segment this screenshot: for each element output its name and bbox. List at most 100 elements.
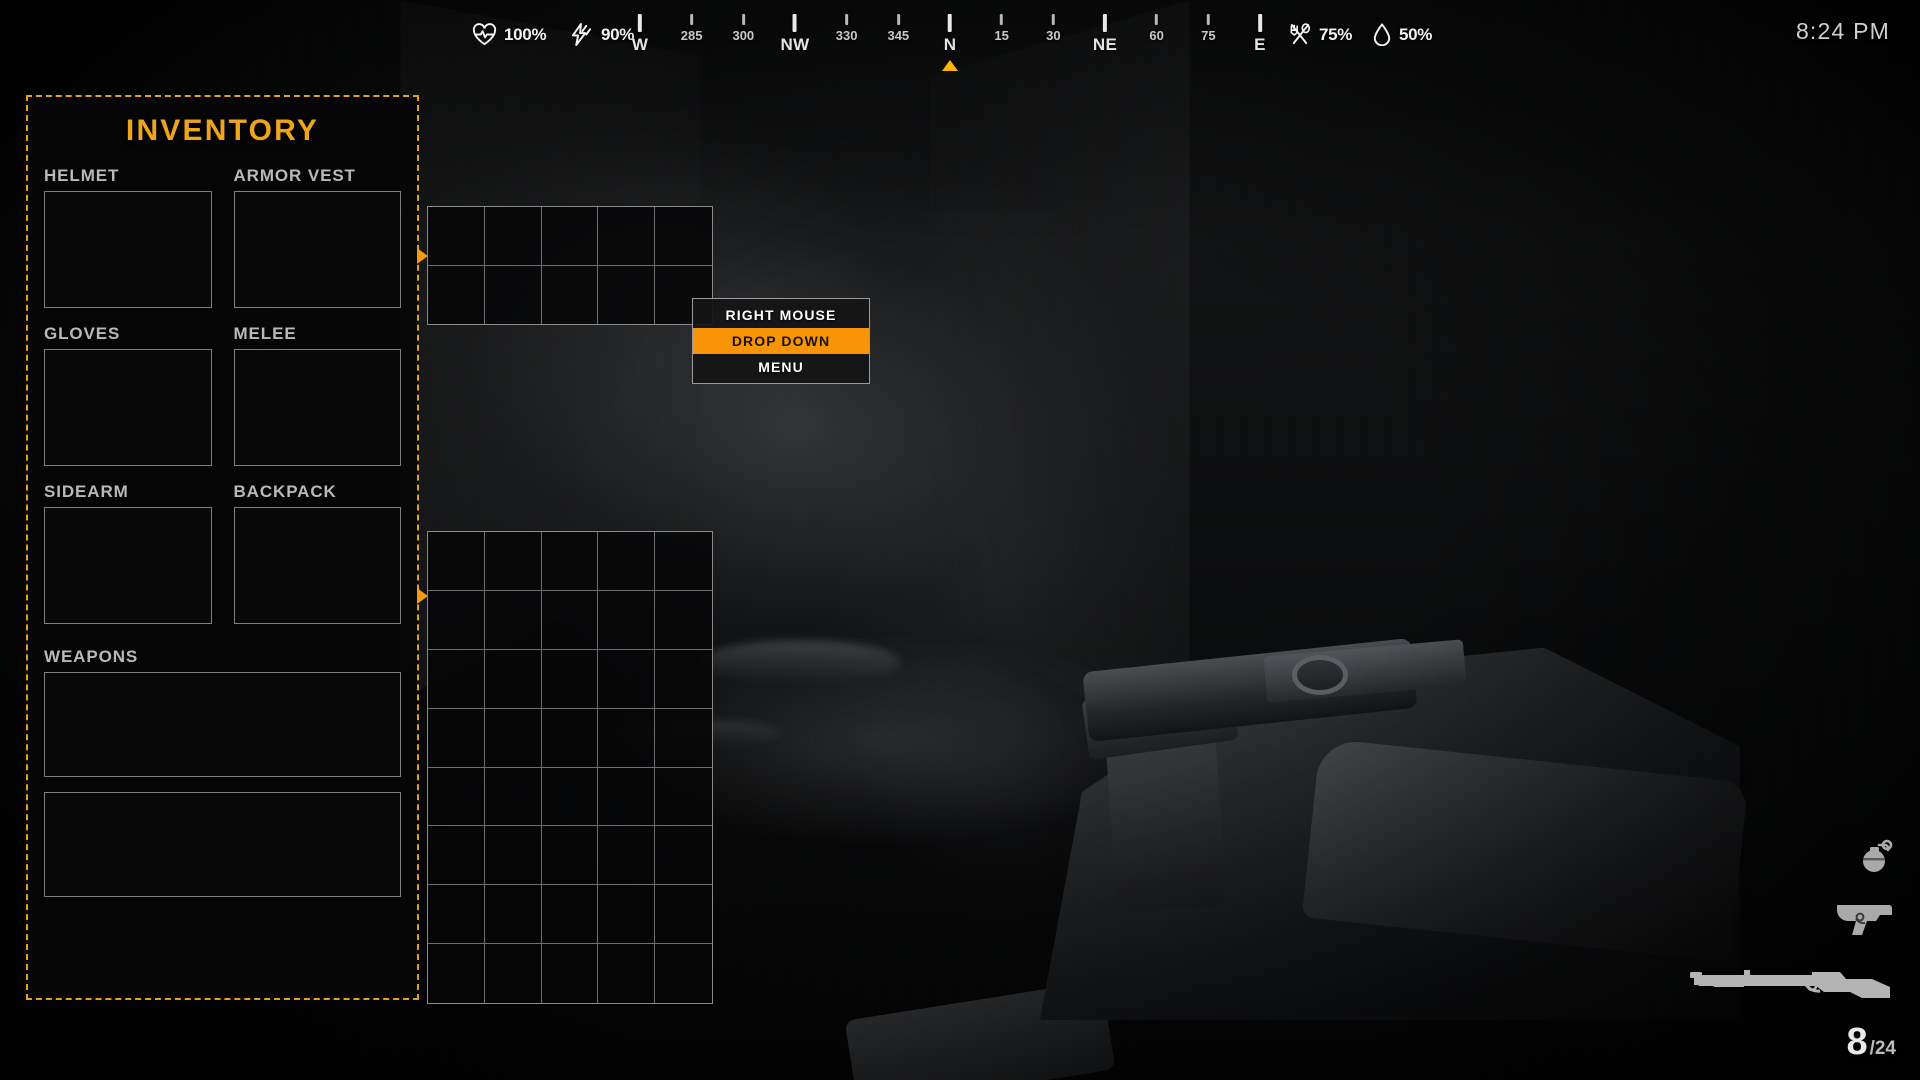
item-grid-cell[interactable] <box>428 207 485 266</box>
item-grid-cell[interactable] <box>541 207 599 266</box>
weapon-slot-rifle[interactable] <box>1676 958 1896 1007</box>
compass-tick-mark <box>947 14 952 32</box>
weapon-wheel[interactable]: 8 /24 <box>1676 836 1896 1064</box>
item-grid-cell[interactable] <box>655 944 712 1003</box>
equipment-slot-box[interactable] <box>233 191 401 308</box>
item-grid-cell[interactable] <box>541 767 599 827</box>
compass-tick-label: 75 <box>1201 28 1216 43</box>
water-drop-icon <box>1372 23 1392 46</box>
context-menu-item-drop-down[interactable]: DROP DOWN <box>693 328 869 354</box>
equipment-slot-armor-vest[interactable]: ARMOR VEST <box>233 166 401 308</box>
weapon-slot-grenade[interactable] <box>1676 836 1896 883</box>
context-dropdown-menu[interactable]: RIGHT MOUSE DROP DOWN MENU <box>692 298 870 384</box>
equipment-slot-box[interactable] <box>44 191 212 308</box>
item-grid-cell[interactable] <box>541 708 599 768</box>
health-stat: 100% <box>472 23 547 46</box>
item-grid-cell[interactable] <box>484 767 542 827</box>
compass-tick-w: W <box>632 14 648 55</box>
item-grid-top[interactable] <box>427 206 713 325</box>
item-grid-cell[interactable] <box>541 826 599 886</box>
item-grid-cell[interactable] <box>484 708 542 768</box>
equipment-slot-sidearm[interactable]: SIDEARM <box>44 482 212 624</box>
item-grid-cell[interactable] <box>541 590 599 650</box>
item-grid-cell[interactable] <box>598 207 656 266</box>
item-grid-cell[interactable] <box>484 207 542 266</box>
equipment-slot-box[interactable] <box>233 349 401 466</box>
heart-pulse-icon <box>472 23 497 46</box>
equipment-slot-box[interactable] <box>44 349 212 466</box>
item-grid-cell[interactable] <box>484 885 542 945</box>
equipment-slot-helmet[interactable]: HELMET <box>44 166 212 308</box>
item-grid-cell[interactable] <box>655 885 712 945</box>
item-grid-cell[interactable] <box>655 826 712 886</box>
equipment-slot-box[interactable] <box>44 507 212 624</box>
item-grid-cell[interactable] <box>655 768 712 827</box>
top-hud-bar: 100% 90% W 285 300 NW 330 345 N 15 30 NE 60 75 E <box>0 0 1920 71</box>
item-grid-cell[interactable] <box>598 708 656 768</box>
item-grid-cell[interactable] <box>655 532 712 591</box>
item-grid-cell[interactable] <box>655 709 712 768</box>
item-grid-cell[interactable] <box>541 532 599 591</box>
item-grid-cell[interactable] <box>598 532 656 591</box>
inventory-panel[interactable]: INVENTORY HELMET ARMOR VEST GLOVES MELEE SID… <box>26 95 419 1000</box>
compass-tick-mark <box>845 14 849 25</box>
item-grid-cell[interactable] <box>598 885 656 945</box>
item-grid-cell[interactable] <box>485 265 542 324</box>
weapon-slot-pistol[interactable] <box>1676 897 1896 944</box>
item-grid-cell[interactable] <box>484 590 542 650</box>
item-grid-cell[interactable] <box>428 649 485 709</box>
weapon-slot-primary[interactable] <box>44 672 401 777</box>
item-grid-cell[interactable] <box>598 944 656 1003</box>
item-grid-cell[interactable] <box>655 207 712 266</box>
item-grid-cell[interactable] <box>485 944 542 1003</box>
item-grid-cell[interactable] <box>428 826 485 886</box>
item-grid-cell[interactable] <box>598 826 656 886</box>
item-grid-cell[interactable] <box>428 590 485 650</box>
thirst-stat: 50% <box>1372 23 1432 46</box>
compass-tick-30: 30 <box>1046 14 1061 43</box>
equipment-slot-gloves[interactable]: GLOVES <box>44 324 212 466</box>
context-menu-item-right-mouse[interactable]: RIGHT MOUSE <box>693 302 869 328</box>
item-grid-cell[interactable] <box>598 265 656 324</box>
weapons-section-label: WEAPONS <box>44 647 139 666</box>
game-screen: 100% 90% W 285 300 NW 330 345 N 15 30 NE 60 75 E <box>0 0 1920 1080</box>
equipment-slot-box[interactable] <box>233 507 401 624</box>
context-menu-item-menu[interactable]: MENU <box>693 354 869 380</box>
compass-tick-15: 15 <box>994 14 1009 43</box>
item-grid-cell[interactable] <box>542 265 599 324</box>
compass-tick-mark <box>1155 14 1159 25</box>
item-grid-cell[interactable] <box>428 532 485 591</box>
item-grid-cell[interactable] <box>598 649 656 709</box>
compass-tick-mark <box>690 14 694 25</box>
pistol-icon <box>1834 897 1896 944</box>
item-grid-cell[interactable] <box>598 590 656 650</box>
item-grid-cell[interactable] <box>655 650 712 709</box>
weapon-slot-secondary[interactable] <box>44 792 401 897</box>
item-grid-cell[interactable] <box>428 708 485 768</box>
item-grid-cell[interactable] <box>541 649 599 709</box>
compass-tick-mark <box>1257 14 1262 32</box>
item-grid-cell[interactable] <box>655 591 712 650</box>
equipment-slot-melee[interactable]: MELEE <box>233 324 401 466</box>
background-puddle <box>700 640 900 684</box>
compass-tick-label: E <box>1254 35 1266 54</box>
equipment-slot-backpack[interactable]: BACKPACK <box>233 482 401 624</box>
compass-tick-label: 300 <box>732 28 755 43</box>
item-grid-cell[interactable] <box>598 767 656 827</box>
item-grid-cell[interactable] <box>484 532 542 591</box>
fork-spoon-icon <box>1288 23 1312 46</box>
item-grid-cell[interactable] <box>541 885 599 945</box>
weapons-section: WEAPONS <box>28 647 417 897</box>
item-grid-cell[interactable] <box>428 265 485 324</box>
compass-tick-label: W <box>631 35 649 54</box>
item-grid-cell[interactable] <box>484 649 542 709</box>
item-grid-cell[interactable] <box>484 826 542 886</box>
item-grid-cell[interactable] <box>428 767 485 827</box>
equipment-slot-label: GLOVES <box>44 324 121 343</box>
item-grid-cell[interactable] <box>428 944 485 1003</box>
compass-tick-60: 60 <box>1149 14 1164 43</box>
item-grid-cell[interactable] <box>542 944 599 1003</box>
item-grid-cell[interactable] <box>428 885 485 945</box>
health-value: 100% <box>504 24 547 44</box>
item-grid-bottom[interactable] <box>427 531 713 1004</box>
